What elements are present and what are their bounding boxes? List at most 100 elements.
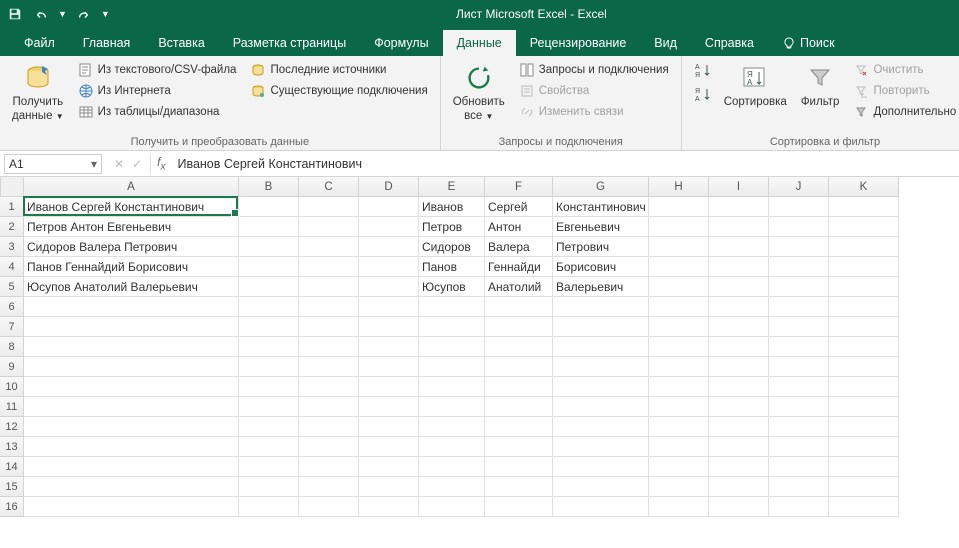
tab-вставка[interactable]: Вставка xyxy=(144,30,218,56)
undo-icon[interactable] xyxy=(32,5,50,23)
cell-C15[interactable] xyxy=(299,477,359,497)
row-header-12[interactable]: 12 xyxy=(0,417,24,437)
row-header-1[interactable]: 1 xyxy=(0,197,24,217)
cell-J4[interactable] xyxy=(769,257,829,277)
recent-sources-button[interactable]: Последние источники xyxy=(246,60,431,80)
cell-I16[interactable] xyxy=(709,497,769,517)
cell-D1[interactable] xyxy=(359,197,419,217)
cell-J1[interactable] xyxy=(769,197,829,217)
cell-D15[interactable] xyxy=(359,477,419,497)
cell-D14[interactable] xyxy=(359,457,419,477)
col-header-K[interactable]: K xyxy=(829,177,899,197)
cell-C14[interactable] xyxy=(299,457,359,477)
cell-K3[interactable] xyxy=(829,237,899,257)
row-header-14[interactable]: 14 xyxy=(0,457,24,477)
cell-E9[interactable] xyxy=(419,357,485,377)
save-icon[interactable] xyxy=(6,5,24,23)
cell-B10[interactable] xyxy=(239,377,299,397)
cell-B2[interactable] xyxy=(239,217,299,237)
col-header-I[interactable]: I xyxy=(709,177,769,197)
cell-C10[interactable] xyxy=(299,377,359,397)
cell-B1[interactable] xyxy=(239,197,299,217)
from-table-button[interactable]: Из таблицы/диапазона xyxy=(74,102,241,122)
tab-справка[interactable]: Справка xyxy=(691,30,768,56)
cell-J10[interactable] xyxy=(769,377,829,397)
refresh-all-button[interactable]: Обновить все ▼ xyxy=(449,60,509,124)
tell-me-search[interactable]: Поиск xyxy=(768,30,849,56)
select-all-corner[interactable] xyxy=(0,177,24,197)
cell-A15[interactable] xyxy=(24,477,239,497)
cell-F3[interactable]: Валера xyxy=(485,237,553,257)
cell-J15[interactable] xyxy=(769,477,829,497)
cell-I8[interactable] xyxy=(709,337,769,357)
cell-I9[interactable] xyxy=(709,357,769,377)
row-header-6[interactable]: 6 xyxy=(0,297,24,317)
cell-J5[interactable] xyxy=(769,277,829,297)
get-data-button[interactable]: Получить данные ▼ xyxy=(8,60,68,124)
filter-button[interactable]: Фильтр xyxy=(797,60,844,110)
col-header-F[interactable]: F xyxy=(485,177,553,197)
row-header-7[interactable]: 7 xyxy=(0,317,24,337)
cell-F10[interactable] xyxy=(485,377,553,397)
cell-A10[interactable] xyxy=(24,377,239,397)
cell-F6[interactable] xyxy=(485,297,553,317)
existing-connections-button[interactable]: Существующие подключения xyxy=(246,81,431,101)
cell-K14[interactable] xyxy=(829,457,899,477)
cell-B6[interactable] xyxy=(239,297,299,317)
cell-C2[interactable] xyxy=(299,217,359,237)
cell-K9[interactable] xyxy=(829,357,899,377)
cell-D7[interactable] xyxy=(359,317,419,337)
cell-A7[interactable] xyxy=(24,317,239,337)
cell-H3[interactable] xyxy=(649,237,709,257)
cell-D10[interactable] xyxy=(359,377,419,397)
cell-A1[interactable]: Иванов Сергей Константинович xyxy=(24,197,239,217)
cell-I2[interactable] xyxy=(709,217,769,237)
tab-рецензирование[interactable]: Рецензирование xyxy=(516,30,641,56)
col-header-C[interactable]: C xyxy=(299,177,359,197)
cell-B4[interactable] xyxy=(239,257,299,277)
tab-формулы[interactable]: Формулы xyxy=(360,30,442,56)
cell-C11[interactable] xyxy=(299,397,359,417)
cell-E14[interactable] xyxy=(419,457,485,477)
col-header-J[interactable]: J xyxy=(769,177,829,197)
cell-A5[interactable]: Юсупов Анатолий Валерьевич xyxy=(24,277,239,297)
sort-asc-button[interactable]: АЯ xyxy=(690,60,714,80)
cell-H7[interactable] xyxy=(649,317,709,337)
tab-разметка страницы[interactable]: Разметка страницы xyxy=(219,30,360,56)
cell-B8[interactable] xyxy=(239,337,299,357)
cell-J11[interactable] xyxy=(769,397,829,417)
cell-K8[interactable] xyxy=(829,337,899,357)
cell-I7[interactable] xyxy=(709,317,769,337)
cell-G5[interactable]: Валерьевич xyxy=(553,277,649,297)
cell-B14[interactable] xyxy=(239,457,299,477)
cell-G9[interactable] xyxy=(553,357,649,377)
cell-H14[interactable] xyxy=(649,457,709,477)
cell-K12[interactable] xyxy=(829,417,899,437)
cell-G15[interactable] xyxy=(553,477,649,497)
qat-customize-icon[interactable]: ▼ xyxy=(101,9,110,19)
cell-I1[interactable] xyxy=(709,197,769,217)
col-header-B[interactable]: B xyxy=(239,177,299,197)
cell-G11[interactable] xyxy=(553,397,649,417)
cell-F1[interactable]: Сергей xyxy=(485,197,553,217)
cell-C3[interactable] xyxy=(299,237,359,257)
cell-C6[interactable] xyxy=(299,297,359,317)
cell-I13[interactable] xyxy=(709,437,769,457)
cell-F16[interactable] xyxy=(485,497,553,517)
cell-F4[interactable]: Геннайди xyxy=(485,257,553,277)
cell-G2[interactable]: Евгеньевич xyxy=(553,217,649,237)
cell-E8[interactable] xyxy=(419,337,485,357)
cell-J14[interactable] xyxy=(769,457,829,477)
tab-данные[interactable]: Данные xyxy=(443,30,516,56)
col-header-G[interactable]: G xyxy=(553,177,649,197)
cell-E13[interactable] xyxy=(419,437,485,457)
cell-J6[interactable] xyxy=(769,297,829,317)
cell-F7[interactable] xyxy=(485,317,553,337)
cell-K15[interactable] xyxy=(829,477,899,497)
cell-A14[interactable] xyxy=(24,457,239,477)
cell-D2[interactable] xyxy=(359,217,419,237)
cell-A9[interactable] xyxy=(24,357,239,377)
cell-F11[interactable] xyxy=(485,397,553,417)
cell-A13[interactable] xyxy=(24,437,239,457)
cell-A11[interactable] xyxy=(24,397,239,417)
